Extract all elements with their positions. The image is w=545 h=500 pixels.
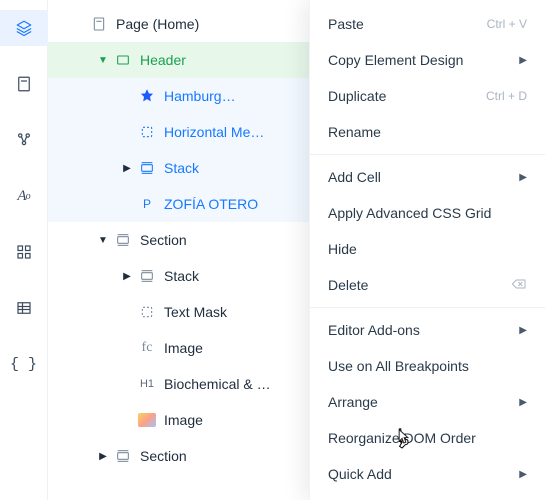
rail-curly[interactable]: { } [0, 346, 48, 382]
chevron-right-icon: ▶ [519, 172, 527, 183]
menu-addons[interactable]: Editor Add-ons ▶ [310, 312, 545, 348]
menu-label: Hide [328, 241, 527, 257]
layers-icon [15, 19, 33, 37]
menu-label: Arrange [328, 394, 519, 410]
rail-table[interactable] [0, 290, 48, 326]
menu-hide[interactable]: Hide [310, 231, 545, 267]
menu-label: Paste [328, 16, 487, 32]
rail-grid[interactable] [0, 234, 48, 270]
image-thumb-icon [138, 413, 156, 427]
menu-label: Rename [328, 124, 527, 140]
section-icon [114, 447, 132, 465]
menu-copy-design[interactable]: Copy Element Design ▶ [310, 42, 545, 78]
menu-separator [310, 154, 545, 155]
menu-quick-add[interactable]: Quick Add ▶ [310, 456, 545, 492]
paragraph-icon: P [138, 197, 156, 211]
chevron-right-icon: ▶ [519, 397, 527, 408]
menu-apply-grid[interactable]: Apply Advanced CSS Grid [310, 195, 545, 231]
caret-right-icon[interactable]: ▶ [96, 451, 110, 462]
shortcut: Ctrl + V [487, 17, 527, 31]
menu-label: Copy Element Design [328, 52, 519, 68]
menu-label: Use on All Breakpoints [328, 358, 527, 374]
menu-label: Editor Add-ons [328, 322, 519, 338]
caret-right-icon[interactable]: ▶ [120, 163, 134, 174]
grid-icon [15, 243, 33, 261]
page-icon [15, 75, 33, 93]
menu-separator [310, 307, 545, 308]
code-icon: { } [10, 356, 37, 373]
components-icon [15, 131, 33, 149]
menu-reorganize[interactable]: Reorganize DOM Order [310, 420, 545, 456]
menu-label: Reorganize DOM Order [328, 430, 527, 446]
menu-add-cell[interactable]: Add Cell ▶ [310, 159, 545, 195]
menu-arrange[interactable]: Arrange ▶ [310, 384, 545, 420]
menu-delete[interactable]: Delete [310, 267, 545, 303]
context-menu: Paste Ctrl + V Copy Element Design ▶ Dup… [309, 0, 545, 500]
menu-label: Quick Add [328, 466, 519, 482]
page-icon [90, 15, 108, 33]
menu-rename[interactable]: Rename [310, 114, 545, 150]
rail-layers[interactable] [0, 10, 48, 46]
delete-icon [511, 277, 527, 293]
rail-typography[interactable]: Ao [0, 178, 48, 214]
caret-down-icon[interactable]: ▼ [96, 235, 110, 246]
chevron-right-icon: ▶ [519, 55, 527, 66]
left-rail: Ao { } [0, 0, 48, 500]
menu-label: Duplicate [328, 88, 486, 104]
menu-label: Delete [328, 277, 511, 293]
caret-down-icon[interactable]: ▼ [96, 55, 110, 66]
chevron-right-icon: ▶ [519, 469, 527, 480]
section-icon [114, 231, 132, 249]
shortcut: Ctrl + D [486, 89, 527, 103]
app-root: Ao { } ▶ Page (Home) ▼ Header ••• [0, 0, 545, 500]
h1-icon: H1 [138, 378, 156, 390]
menu-label: Add Cell [328, 169, 519, 185]
menu-breakpoints[interactable]: Use on All Breakpoints [310, 348, 545, 384]
menu-label: Apply Advanced CSS Grid [328, 205, 527, 221]
stack-icon [138, 159, 156, 177]
typography-icon: A [17, 188, 25, 205]
rail-components[interactable] [0, 122, 48, 158]
rail-page[interactable] [0, 66, 48, 102]
stack-icon [138, 267, 156, 285]
menu-paste[interactable]: Paste Ctrl + V [310, 6, 545, 42]
star-icon [138, 87, 156, 105]
dashed-box-icon [138, 123, 156, 141]
signature-icon: fc [138, 340, 156, 356]
dashed-box-icon [138, 303, 156, 321]
caret-right-icon[interactable]: ▶ [120, 271, 134, 282]
menu-duplicate[interactable]: Duplicate Ctrl + D [310, 78, 545, 114]
section-icon [114, 51, 132, 69]
table-icon [15, 299, 33, 317]
chevron-right-icon: ▶ [519, 325, 527, 336]
